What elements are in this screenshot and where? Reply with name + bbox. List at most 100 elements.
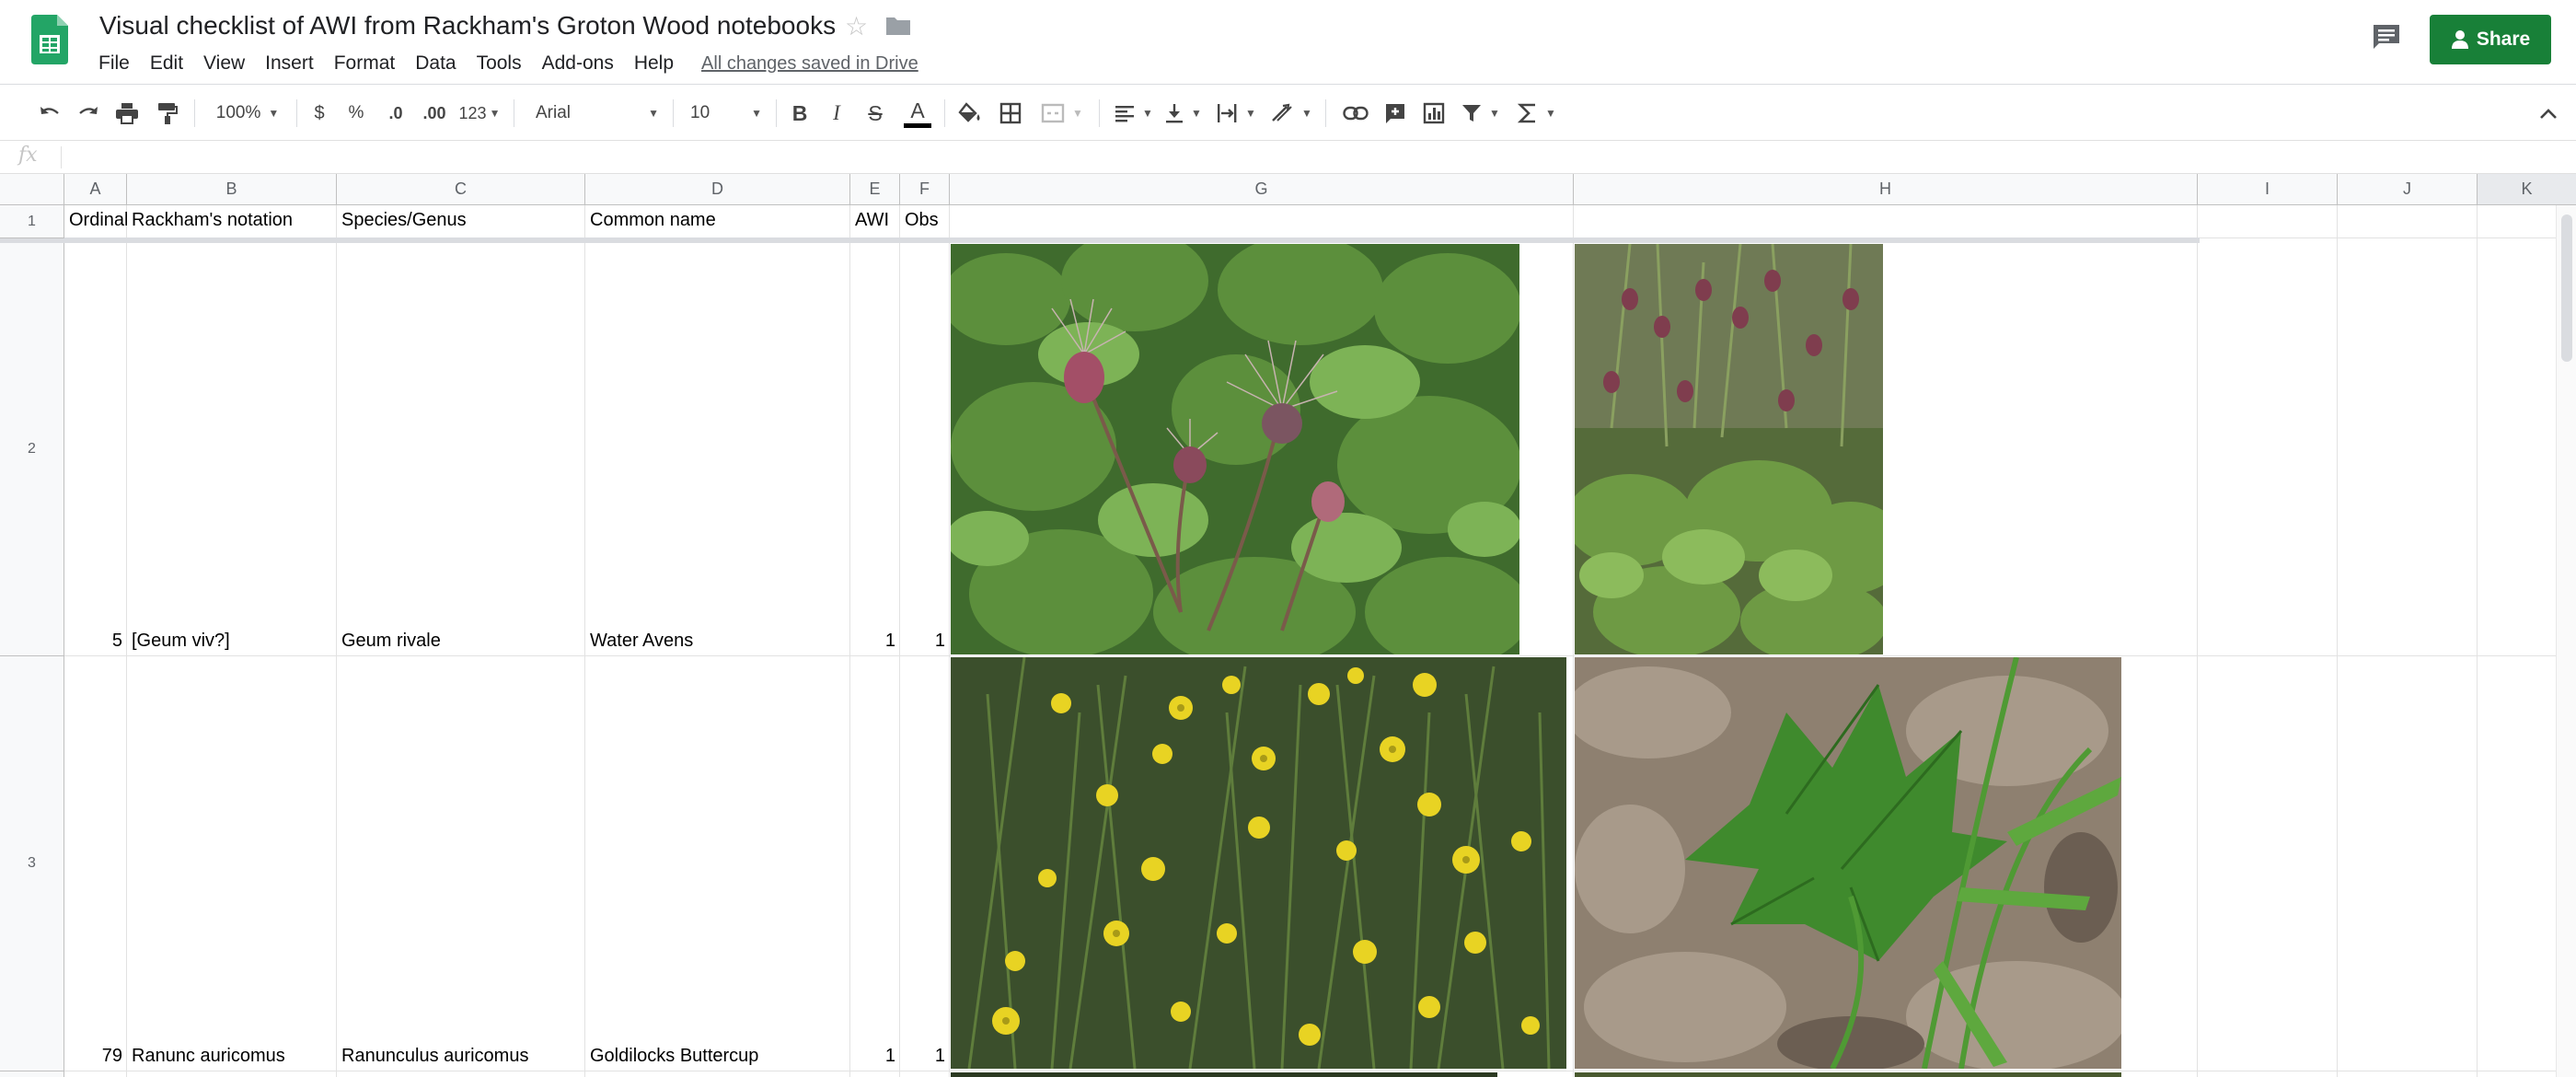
menu-help[interactable]: Help	[634, 52, 674, 75]
frozen-row-divider[interactable]	[64, 237, 2200, 243]
formula-input[interactable]	[74, 141, 2559, 174]
fill-color-icon[interactable]	[955, 86, 985, 141]
currency-format-button[interactable]: $	[306, 86, 333, 141]
italic-button[interactable]: I	[823, 86, 850, 141]
cell-species[interactable]: Geum rivale	[337, 630, 585, 652]
cell-notation[interactable]: [Geum viv?]	[127, 630, 337, 652]
person-icon	[2451, 30, 2468, 49]
select-all-corner[interactable]	[0, 174, 64, 205]
sheets-logo-icon[interactable]	[31, 15, 68, 64]
strikethrough-button[interactable]: S	[861, 86, 889, 141]
cell-species[interactable]: Ranunculus auricomus	[337, 1045, 585, 1067]
cell-common-name[interactable]: Water Avens	[585, 630, 850, 652]
spreadsheet-grid: A B C D E F G H I J K 1 2 3 Ordinal Rack…	[0, 174, 2576, 1077]
cell-obs[interactable]: 1	[900, 630, 950, 652]
column-header-j[interactable]: J	[2338, 174, 2478, 205]
column-header-a[interactable]: A	[64, 174, 127, 205]
header-cell-notation[interactable]: Rackham's notation	[127, 209, 337, 231]
text-wrapping-icon[interactable]: ▼	[1213, 86, 1259, 141]
column-header-g[interactable]: G	[950, 174, 1574, 205]
row-header-1[interactable]: 1	[0, 205, 64, 238]
collapse-icon[interactable]	[2535, 86, 2562, 141]
cell-obs[interactable]: 1	[900, 1045, 950, 1067]
menu-edit[interactable]: Edit	[150, 52, 183, 75]
cell-notation[interactable]: Ranunc auricomus	[127, 1045, 337, 1067]
menu-view[interactable]: View	[203, 52, 245, 75]
comments-icon[interactable]	[2371, 22, 2402, 52]
save-status-link[interactable]: All changes saved in Drive	[701, 53, 918, 75]
chart-icon[interactable]	[1419, 86, 1449, 141]
share-label: Share	[2476, 29, 2531, 50]
menu-data[interactable]: Data	[415, 52, 456, 75]
comment-icon[interactable]	[1380, 86, 1410, 141]
vertical-scrollbar[interactable]	[2556, 205, 2576, 1077]
text-color-button[interactable]: A	[902, 86, 933, 141]
menu-format[interactable]: Format	[334, 52, 396, 75]
bold-button[interactable]: B	[786, 86, 814, 141]
plant-photo[interactable]	[951, 244, 1519, 654]
column-header-d[interactable]: D	[585, 174, 850, 205]
share-button[interactable]: Share	[2430, 15, 2551, 64]
header-cell-common-name[interactable]: Common name	[585, 209, 850, 231]
plant-photo[interactable]	[951, 657, 1566, 1069]
text-color-swatch	[904, 122, 931, 128]
text-color-icon: A	[910, 98, 925, 122]
scrollbar-thumb[interactable]	[2561, 214, 2572, 362]
header-cell-awi[interactable]: AWI	[850, 209, 900, 231]
print-icon[interactable]	[112, 86, 142, 141]
cell-ordinal[interactable]: 79	[64, 1045, 127, 1067]
menu-insert[interactable]: Insert	[265, 52, 314, 75]
menu-addons[interactable]: Add-ons	[542, 52, 614, 75]
plant-photo[interactable]	[951, 1072, 1497, 1077]
more-formats-button[interactable]: 123 ▼	[456, 86, 502, 141]
redo-icon[interactable]	[74, 86, 103, 141]
folder-icon[interactable]	[885, 15, 911, 37]
star-icon[interactable]: ☆	[845, 11, 868, 41]
column-header-i[interactable]: I	[2198, 174, 2338, 205]
functions-icon[interactable]: ▼	[1513, 86, 1561, 141]
menu-file[interactable]: File	[98, 52, 130, 75]
percent-format-button[interactable]: %	[342, 86, 370, 141]
zoom-select[interactable]: 100% ▼	[208, 86, 287, 141]
menu-tools[interactable]: Tools	[477, 52, 522, 75]
formula-bar: fx	[0, 141, 2576, 174]
filter-icon[interactable]: ▼	[1458, 86, 1504, 141]
decrease-decimal-button[interactable]: .0	[379, 86, 412, 141]
header-cell-ordinal[interactable]: Ordinal	[64, 209, 127, 231]
vertical-align-icon[interactable]: ▼	[1161, 86, 1206, 141]
merge-cells-icon[interactable]: ▼	[1036, 86, 1088, 141]
column-header-f[interactable]: F	[900, 174, 950, 205]
cell-common-name[interactable]: Goldilocks Buttercup	[585, 1045, 850, 1067]
column-header-e[interactable]: E	[850, 174, 900, 205]
font-select[interactable]: Arial ▼	[530, 86, 664, 141]
row-header-3[interactable]: 3	[0, 656, 64, 1071]
plant-photo[interactable]	[1575, 1072, 2121, 1077]
cell-ordinal[interactable]: 5	[64, 630, 127, 652]
more-formats-label: 123	[458, 103, 487, 122]
plant-photo[interactable]	[1575, 244, 1883, 654]
menu-bar: File Edit View Insert Format Data Tools …	[98, 50, 918, 77]
cell-awi[interactable]: 1	[850, 630, 900, 652]
paint-format-icon[interactable]	[153, 86, 182, 141]
column-header-k[interactable]: K	[2478, 174, 2576, 205]
horizontal-align-icon[interactable]: ▼	[1112, 86, 1156, 141]
column-header-h[interactable]: H	[1574, 174, 2198, 205]
undo-icon[interactable]	[35, 86, 64, 141]
increase-decimal-button[interactable]: .00	[416, 86, 453, 141]
document-title[interactable]: Visual checklist of AWI from Rackham's G…	[99, 11, 836, 41]
font-name: Arial	[536, 103, 572, 122]
header-cell-species[interactable]: Species/Genus	[337, 209, 585, 231]
cell-awi[interactable]: 1	[850, 1045, 900, 1067]
font-size-select[interactable]: 10 ▼	[685, 86, 768, 141]
font-size-value: 10	[690, 103, 710, 122]
borders-icon[interactable]	[996, 86, 1025, 141]
header-cell-obs[interactable]: Obs	[900, 209, 950, 231]
app-header: Visual checklist of AWI from Rackham's G…	[0, 0, 2576, 85]
column-header-c[interactable]: C	[337, 174, 585, 205]
text-rotation-icon[interactable]: ▼	[1268, 86, 1314, 141]
row-header-2[interactable]: 2	[0, 243, 64, 656]
plant-photo[interactable]	[1575, 657, 2121, 1069]
column-header-b[interactable]: B	[127, 174, 337, 205]
toolbar: 100% ▼ $ % .0 .00 123 ▼ Arial ▼ 10 ▼ B I S A…	[0, 86, 2576, 141]
link-icon[interactable]	[1340, 86, 1371, 141]
